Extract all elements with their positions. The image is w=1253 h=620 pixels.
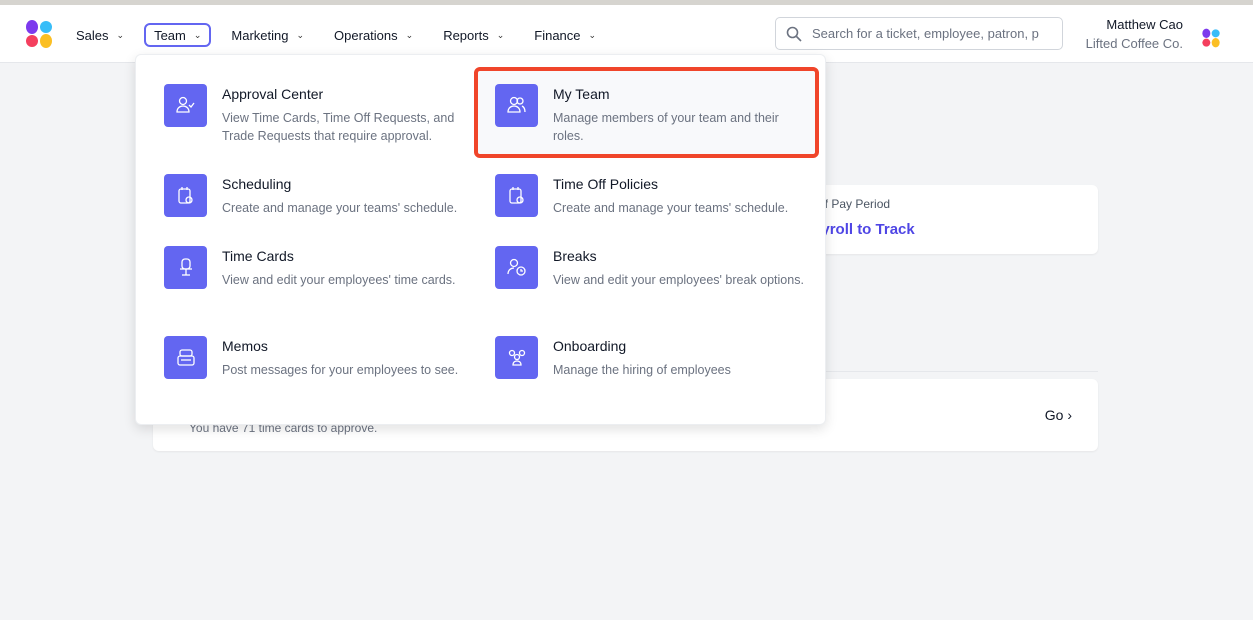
main-nav: Sales ⌄ Team ⌄ Marketing ⌄ Operations ⌄ Repo… [66, 23, 616, 47]
menu-item-description: Manage the hiring of employees [553, 363, 731, 377]
menu-item-breaks[interactable]: Breaks View and edit your employees' brea… [495, 246, 815, 306]
calendar-icon [495, 174, 538, 217]
calendar-icon [164, 174, 207, 217]
menu-item-onboarding[interactable]: Onboarding Manage the hiring of employees [495, 336, 815, 396]
chevron-down-icon: ⌄ [193, 29, 202, 40]
user-org: Lifted Coffee Co. [1085, 36, 1183, 51]
chevron-down-icon: ⌄ [116, 29, 125, 40]
menu-item-title: Onboarding [553, 338, 627, 354]
menu-item-description: Create and manage your teams' schedule. [222, 201, 458, 215]
search-box[interactable] [775, 17, 1063, 50]
go-button[interactable]: Go › [1045, 407, 1072, 423]
chevron-down-icon: ⌄ [496, 29, 505, 40]
nav-marketing[interactable]: Marketing ⌄ [221, 23, 314, 47]
users-icon [495, 84, 538, 127]
menu-item-title: Time Cards [222, 248, 294, 264]
nav-finance[interactable]: Finance ⌄ [524, 23, 606, 47]
user-check-icon [164, 84, 207, 127]
chair-icon [164, 246, 207, 289]
org-logo[interactable] [1201, 28, 1221, 48]
menu-item-title: Breaks [553, 248, 597, 264]
nav-label: Operations [334, 27, 398, 43]
menu-item-scheduling[interactable]: Scheduling Create and manage your teams' … [164, 174, 484, 234]
group-icon [495, 336, 538, 379]
nav-reports[interactable]: Reports ⌄ [433, 23, 514, 47]
menu-item-my-team[interactable]: My Team Manage members of your team and t… [495, 84, 815, 144]
nav-label: Marketing [231, 27, 289, 43]
menu-item-memos[interactable]: Memos Post messages for your employees to… [164, 336, 484, 396]
menu-item-approval-center[interactable]: Approval Center View Time Cards, Time Off… [164, 84, 484, 144]
search-icon [786, 26, 802, 42]
menu-item-title: Memos [222, 338, 268, 354]
chevron-down-icon: ⌄ [588, 29, 597, 40]
chevron-down-icon: ⌄ [296, 29, 305, 40]
search-input[interactable] [812, 26, 1040, 41]
user-clock-icon [495, 246, 538, 289]
menu-item-description: Post messages for your employees to see. [222, 363, 459, 377]
user-info[interactable]: Matthew Cao Lifted Coffee Co. [1086, 17, 1183, 51]
pay-period-label: of Pay Period [818, 197, 891, 211]
nav-label: Finance [534, 27, 581, 43]
menu-item-title: My Team [553, 86, 610, 102]
menu-item-description: Create and manage your teams' schedule. [553, 201, 789, 215]
menu-item-time-off-policies[interactable]: Time Off Policies Create and manage your … [495, 174, 815, 234]
nav-sales[interactable]: Sales ⌄ [66, 23, 134, 47]
menu-item-title: Time Off Policies [553, 176, 659, 192]
menu-item-time-cards[interactable]: Time Cards View and edit your employees' … [164, 246, 484, 306]
app-logo[interactable] [24, 19, 54, 49]
menu-item-description: Manage members of your team and their ro… [553, 111, 779, 143]
nav-label: Reports [443, 27, 489, 43]
menu-item-description: View and edit your employees' break opti… [553, 273, 804, 287]
user-name: Matthew Cao [1106, 17, 1183, 32]
menu-item-title: Approval Center [222, 86, 324, 102]
nav-operations[interactable]: Operations ⌄ [324, 23, 423, 47]
memo-icon [164, 336, 207, 379]
nav-team[interactable]: Team ⌄ [144, 23, 212, 47]
nav-label: Team [154, 27, 186, 43]
menu-item-title: Scheduling [222, 176, 292, 192]
menu-item-description: View and edit your employees' time cards… [222, 273, 456, 287]
chevron-down-icon: ⌄ [405, 29, 414, 40]
menu-item-description: View Time Cards, Time Off Requests, and … [222, 111, 455, 143]
nav-label: Sales [76, 27, 109, 43]
